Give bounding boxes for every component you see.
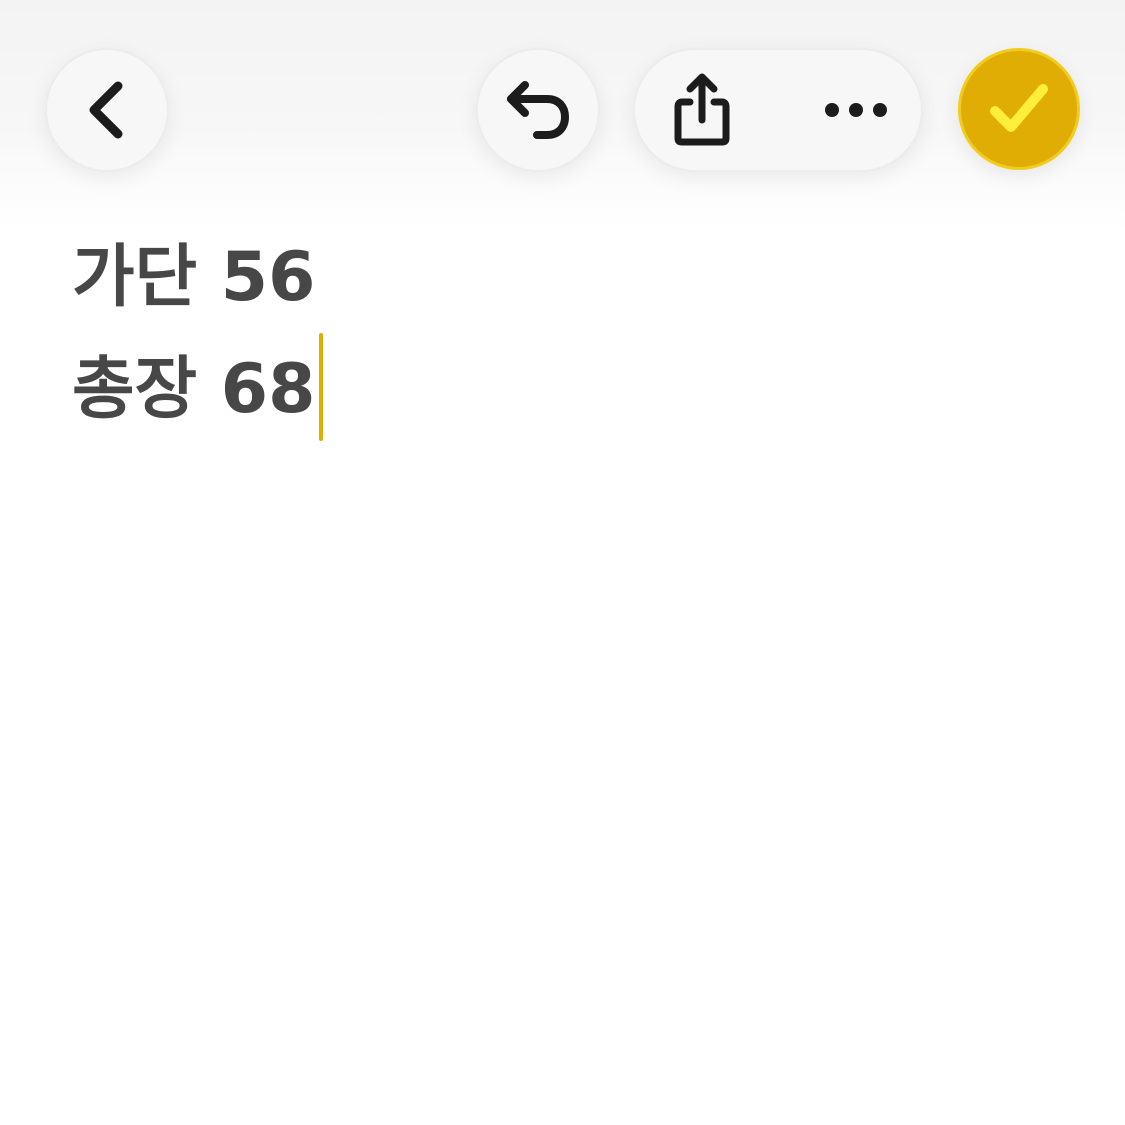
- note-line-text: 총장 68: [72, 350, 316, 429]
- undo-button[interactable]: [476, 48, 600, 172]
- ellipsis-icon: [825, 103, 887, 117]
- done-button[interactable]: [958, 48, 1080, 170]
- share-button[interactable]: [667, 65, 737, 155]
- more-button[interactable]: [821, 65, 891, 155]
- back-button[interactable]: [45, 48, 169, 172]
- note-body[interactable]: 가단 56 총장 68: [72, 222, 1032, 447]
- action-pill: [633, 48, 923, 172]
- share-icon: [674, 73, 730, 146]
- chevron-left-icon: [89, 81, 123, 139]
- note-line[interactable]: 총장 68: [72, 333, 1032, 447]
- undo-icon: [507, 81, 569, 139]
- notes-editor-screen: 가단 56 총장 68: [0, 0, 1125, 1125]
- checkmark-icon: [990, 84, 1048, 132]
- text-cursor: [319, 333, 324, 442]
- note-line[interactable]: 가단 56: [72, 222, 1032, 334]
